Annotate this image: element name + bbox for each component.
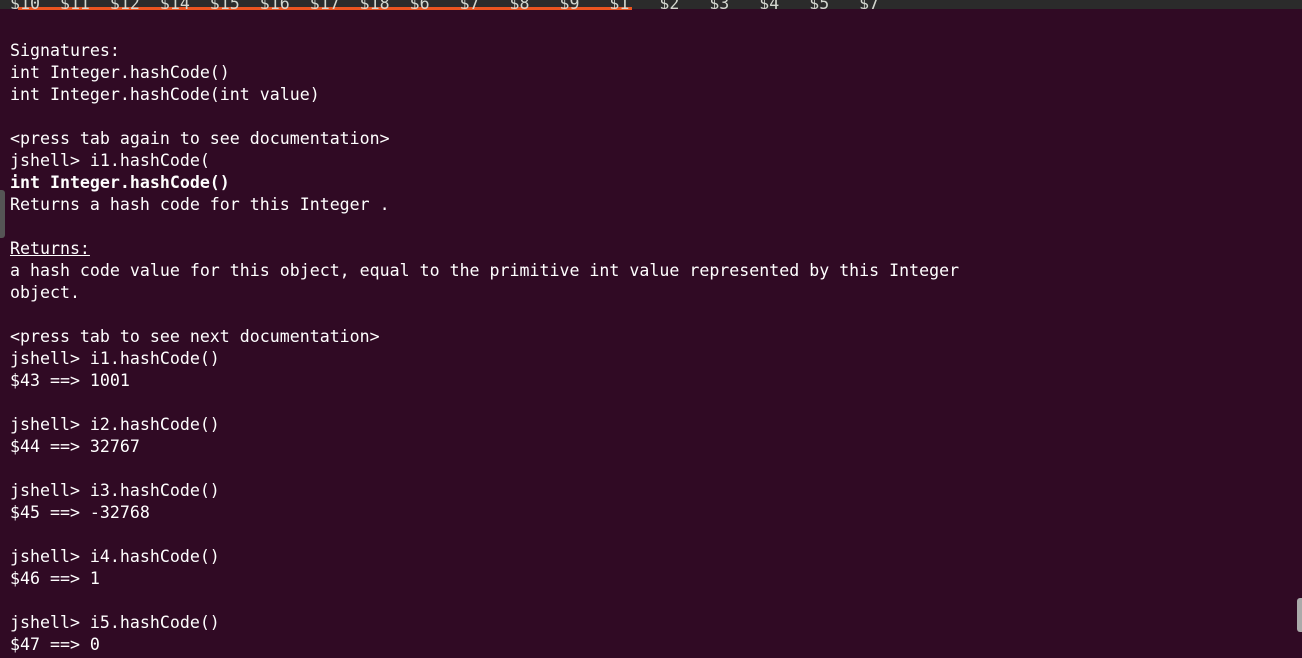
terminal-line: Signatures: xyxy=(10,41,120,60)
terminal-line: $44 ==> 32767 xyxy=(10,437,140,456)
terminal-line: a hash code value for this object, equal… xyxy=(10,261,960,280)
terminal-line: jshell> i5.hashCode() xyxy=(10,613,220,632)
terminal-line: $45 ==> -32768 xyxy=(10,503,150,522)
terminal-line: int Integer.hashCode() xyxy=(10,63,230,82)
left-edge-handle xyxy=(0,190,5,238)
terminal-line: $46 ==> 1 xyxy=(10,569,100,588)
terminal-line: <press tab to see next documentation> xyxy=(10,327,380,346)
terminal-line: $43 ==> 1001 xyxy=(10,371,130,390)
terminal-output[interactable]: Signatures: int Integer.hashCode() int Int… xyxy=(10,40,959,656)
terminal-line: <press tab again to see documentation> xyxy=(10,129,390,148)
terminal-line: jshell> i1.hashCode( xyxy=(10,151,210,170)
terminal-line: jshell> i1.hashCode() xyxy=(10,349,220,368)
scrollbar-thumb[interactable] xyxy=(1297,598,1302,632)
terminal-line: $47 ==> 0 xyxy=(10,635,100,654)
terminal-line: Returns: xyxy=(10,239,90,258)
terminal-line: int Integer.hashCode() xyxy=(10,173,230,192)
terminal-window[interactable]: $10 $11 $12 $14 $15 $16 $17 $18 $6 $7 $8… xyxy=(0,0,1302,658)
terminal-line: Returns a hash code for this Integer . xyxy=(10,195,390,214)
terminal-line: jshell> i4.hashCode() xyxy=(10,547,220,566)
terminal-line: int Integer.hashCode(int value) xyxy=(10,85,320,104)
scrolled-off-line: $10 $11 $12 $14 $15 $16 $17 $18 $6 $7 $8… xyxy=(10,0,1110,9)
terminal-line: object. xyxy=(10,283,80,302)
terminal-line: jshell> i3.hashCode() xyxy=(10,481,220,500)
terminal-line: jshell> i2.hashCode() xyxy=(10,415,220,434)
